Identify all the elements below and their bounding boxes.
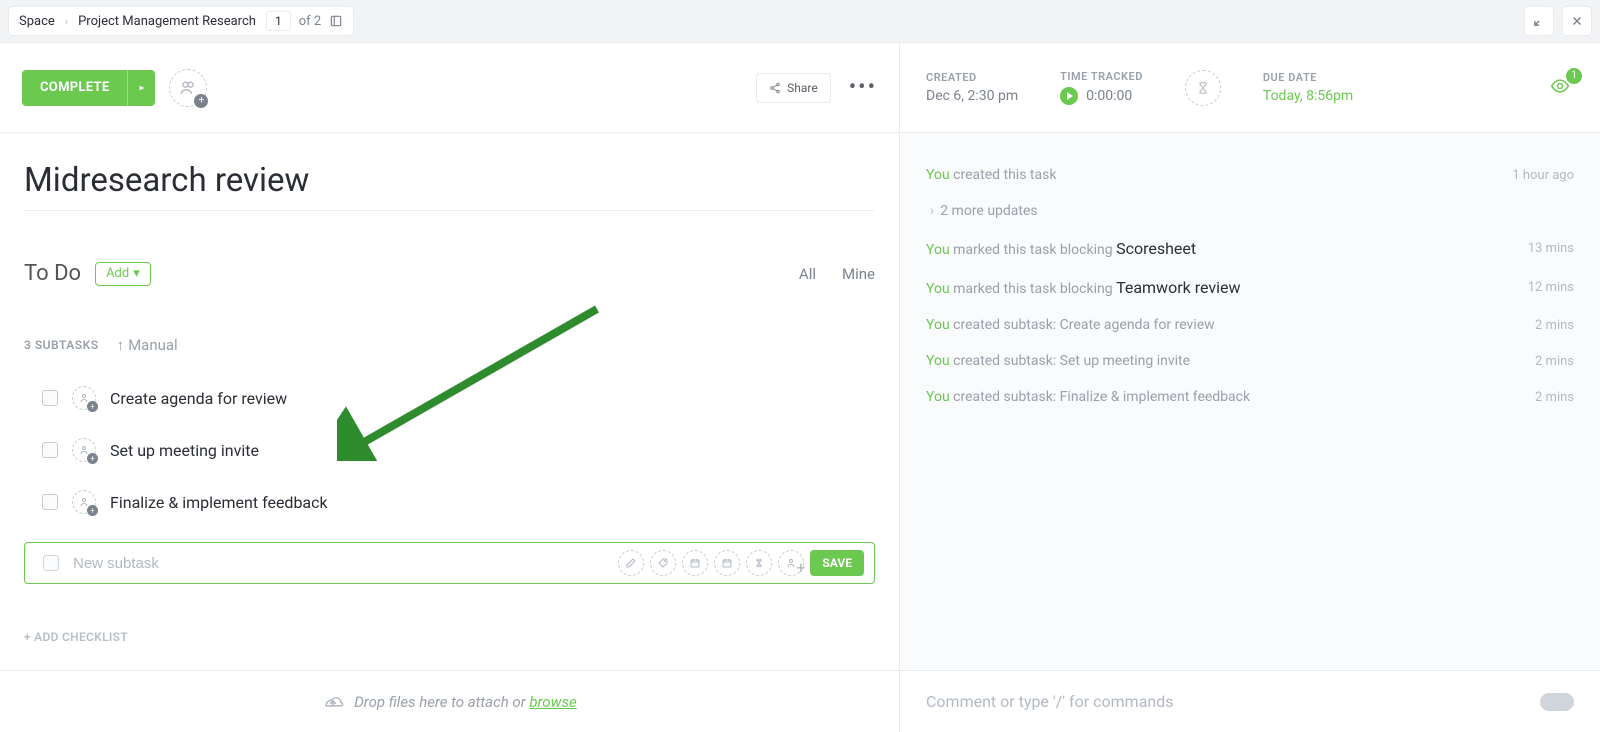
activity-row: You created subtask: Set up meeting invi…: [926, 343, 1574, 379]
top-bar-actions: [1524, 6, 1592, 36]
start-date-icon[interactable]: [682, 550, 708, 576]
subtask-list: + Create agenda for review + Set up meet…: [24, 380, 875, 536]
time-value: 0:00:00: [1086, 88, 1132, 104]
subtasks-header: 3 SUBTASKS ↑Manual: [24, 336, 875, 354]
due-value: Today, 8:56pm: [1263, 88, 1353, 104]
task-pane: COMPLETE + Share ••• Midrese: [0, 43, 900, 732]
checkbox[interactable]: [42, 442, 58, 458]
top-bar: Space › Project Management Research 1 of…: [0, 0, 1600, 43]
breadcrumb-root[interactable]: Space: [19, 14, 55, 29]
subtask-row[interactable]: + Set up meeting invite: [24, 432, 875, 484]
created-value: Dec 6, 2:30 pm: [926, 88, 1018, 104]
new-subtask-tools: + SAVE: [618, 550, 864, 576]
dropzone-text: Drop files here to attach or: [354, 693, 529, 711]
estimate-icon[interactable]: [1185, 70, 1221, 106]
assignee-icon[interactable]: +: [778, 550, 804, 576]
plus-icon: +: [194, 94, 208, 108]
comment-toggle[interactable]: [1540, 693, 1574, 711]
complete-button[interactable]: COMPLETE: [22, 70, 155, 106]
task-body: Midresearch review To Do Add▾ All Mine 3…: [0, 133, 899, 670]
checkbox[interactable]: [42, 390, 58, 406]
filter-all[interactable]: All: [799, 265, 816, 283]
assignee-icon[interactable]: +: [72, 386, 96, 410]
comment-placeholder: Comment or type '/' for commands: [926, 692, 1174, 711]
complete-dropdown[interactable]: [127, 70, 155, 106]
watchers-button[interactable]: 1: [1546, 76, 1574, 100]
close-button[interactable]: [1562, 6, 1592, 36]
attachment-dropzone[interactable]: Drop files here to attach or browse: [0, 670, 899, 732]
breadcrumb-pager: 1 of 2: [266, 11, 343, 31]
subtask-label: Set up meeting invite: [110, 441, 259, 460]
checkbox[interactable]: [42, 494, 58, 510]
activity-row: You created subtask: Create agenda for r…: [926, 307, 1574, 343]
sort-manual[interactable]: ↑Manual: [117, 336, 178, 354]
todo-header: To Do Add▾ All Mine: [24, 261, 875, 286]
breadcrumb-project[interactable]: Project Management Research: [78, 14, 256, 29]
add-checklist-button[interactable]: + ADD CHECKLIST: [24, 630, 875, 644]
checkbox: [43, 555, 59, 571]
divider: [24, 210, 875, 211]
assignee-icon[interactable]: +: [72, 438, 96, 462]
add-todo-button[interactable]: Add▾: [95, 262, 151, 286]
more-menu[interactable]: •••: [849, 75, 877, 100]
due-date-block[interactable]: DUE DATE Today, 8:56pm: [1263, 71, 1353, 104]
breadcrumb[interactable]: Space › Project Management Research 1 of…: [8, 6, 354, 36]
time-tracked-block: TIME TRACKED 0:00:00: [1060, 70, 1143, 105]
subtask-label: Finalize & implement feedback: [110, 493, 328, 512]
task-header: COMPLETE + Share •••: [0, 43, 899, 133]
complete-button-label[interactable]: COMPLETE: [22, 70, 127, 106]
todo-title: To Do: [24, 261, 81, 286]
play-icon[interactable]: [1060, 87, 1078, 105]
time-label: TIME TRACKED: [1060, 70, 1143, 83]
activity-row: You created subtask: Finalize & implemen…: [926, 379, 1574, 415]
assignee-icon[interactable]: +: [72, 490, 96, 514]
comment-input[interactable]: Comment or type '/' for commands: [900, 670, 1600, 732]
page-total: of 2: [299, 14, 321, 29]
activity-row: You created this task 1 hour ago: [926, 157, 1574, 193]
created-label: CREATED: [926, 71, 1018, 84]
edit-icon[interactable]: [618, 550, 644, 576]
due-date-icon[interactable]: [714, 550, 740, 576]
tag-icon[interactable]: [650, 550, 676, 576]
activity-feed: You created this task 1 hour ago ›2 more…: [900, 133, 1600, 670]
activity-more[interactable]: ›2 more updates: [926, 193, 1574, 229]
activity-row: You marked this task blocking Teamwork r…: [926, 268, 1574, 307]
expand-tree-icon[interactable]: [329, 14, 343, 28]
new-subtask-input[interactable]: + SAVE: [24, 542, 875, 584]
filter-mine[interactable]: Mine: [842, 265, 875, 283]
subtask-count: 3 SUBTASKS: [24, 338, 99, 352]
subtask-row[interactable]: + Finalize & implement feedback: [24, 484, 875, 536]
share-button[interactable]: Share: [756, 73, 831, 103]
task-title[interactable]: Midresearch review: [24, 161, 875, 200]
subtask-row[interactable]: + Create agenda for review: [24, 380, 875, 432]
hourglass-icon[interactable]: [746, 550, 772, 576]
share-label: Share: [787, 81, 818, 95]
chevron-right-icon: ›: [65, 15, 68, 28]
assignee-add[interactable]: +: [169, 69, 207, 107]
details-header: CREATED Dec 6, 2:30 pm TIME TRACKED 0:00…: [900, 43, 1600, 133]
watchers-count: 1: [1566, 68, 1582, 84]
activity-row: You marked this task blocking Scoresheet…: [926, 229, 1574, 268]
new-subtask-field[interactable]: [73, 555, 604, 572]
browse-link[interactable]: browse: [529, 693, 576, 711]
save-subtask-button[interactable]: SAVE: [810, 550, 864, 576]
page-current[interactable]: 1: [266, 11, 291, 31]
time-tracker[interactable]: 0:00:00: [1060, 87, 1143, 105]
details-pane: CREATED Dec 6, 2:30 pm TIME TRACKED 0:00…: [900, 43, 1600, 732]
due-label: DUE DATE: [1263, 71, 1353, 84]
minimize-button[interactable]: [1524, 6, 1554, 36]
created-block: CREATED Dec 6, 2:30 pm: [926, 71, 1018, 104]
subtask-label: Create agenda for review: [110, 389, 287, 408]
